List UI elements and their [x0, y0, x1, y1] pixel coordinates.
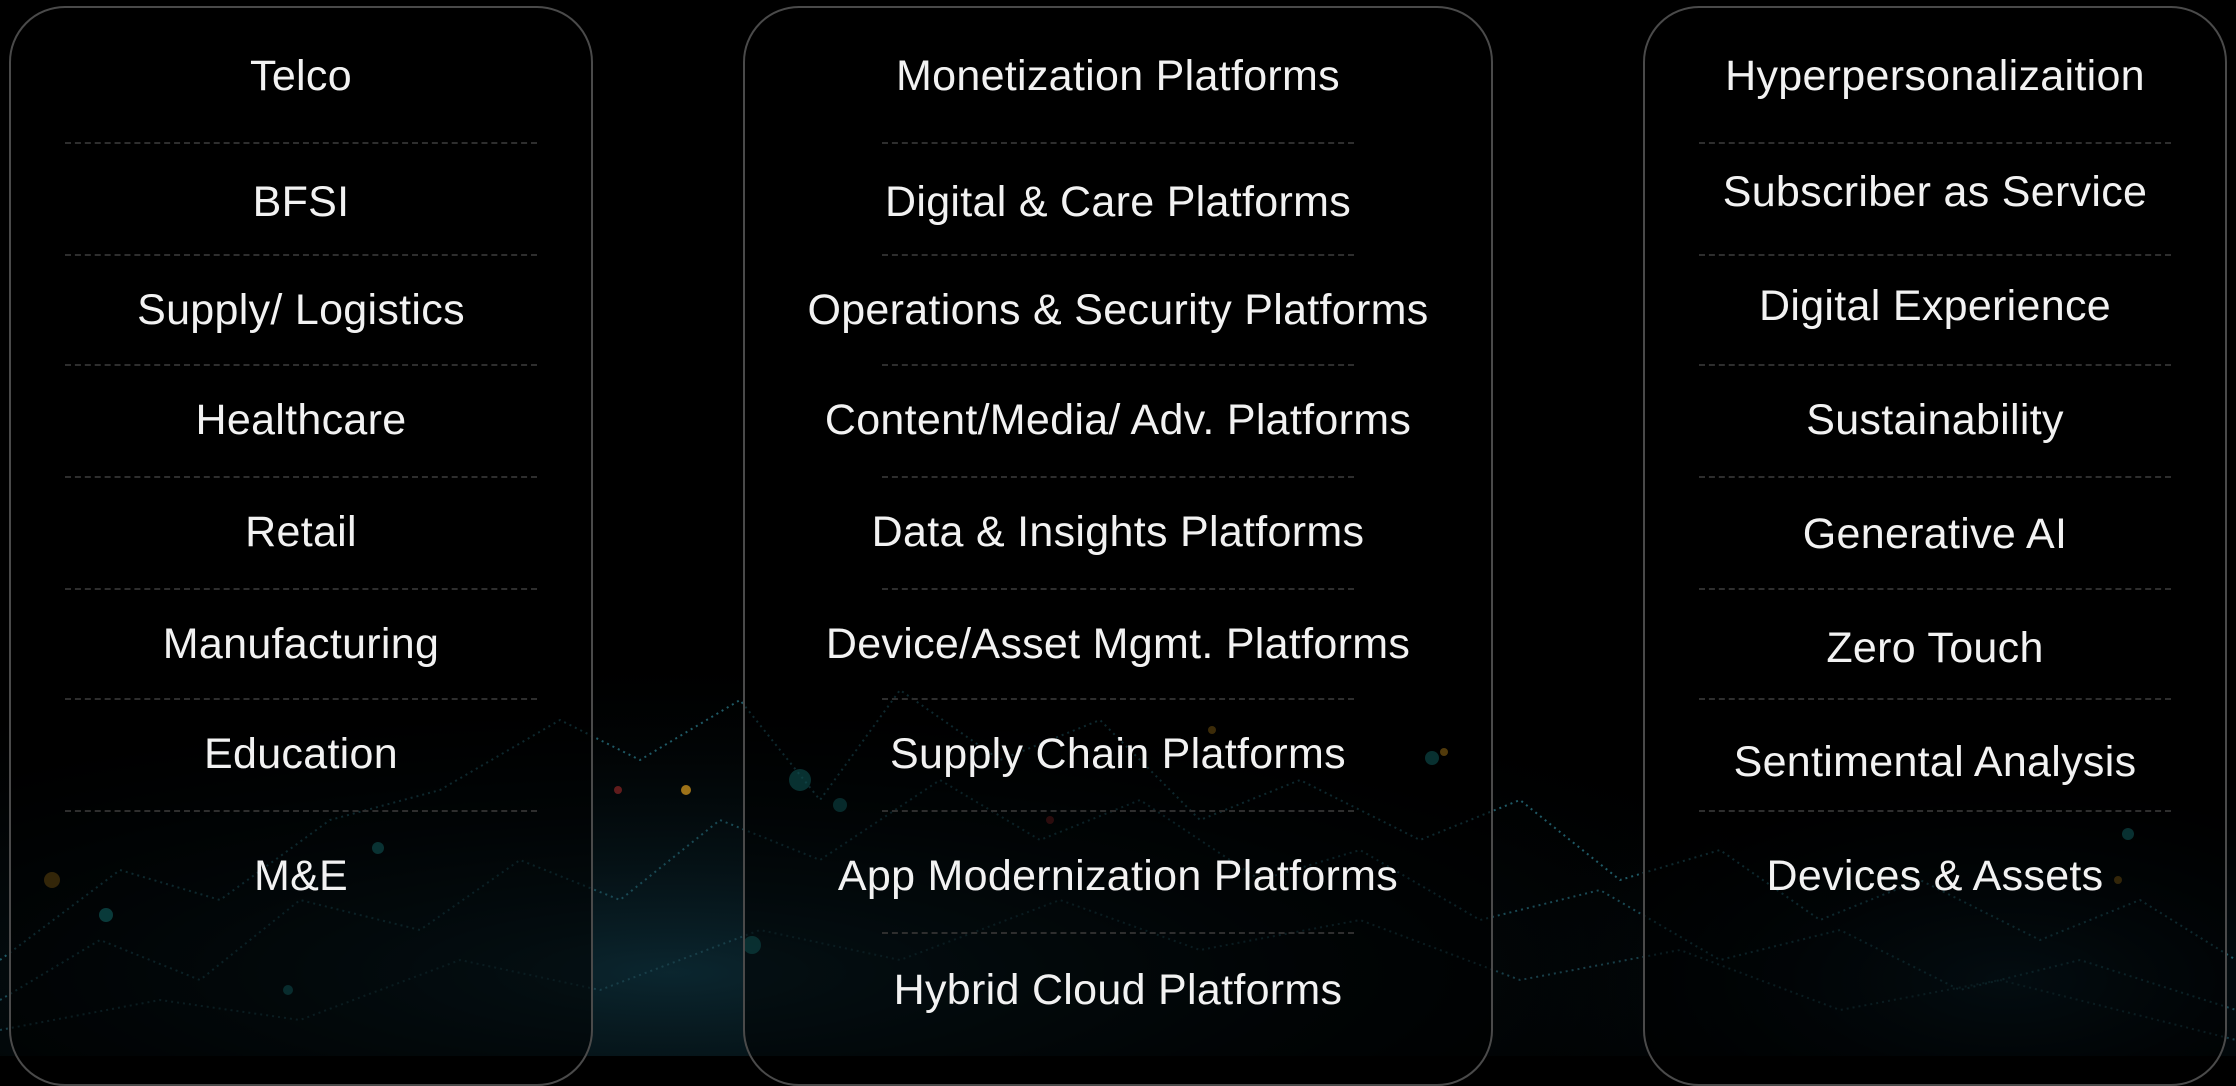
platforms-item-data-insights-platforms: Data & Insights Platforms [871, 508, 1365, 556]
industries-divider [65, 588, 537, 590]
platforms-divider [882, 588, 1354, 590]
industries-divider [65, 142, 537, 144]
platforms-item-content-media-adv-platforms: Content/Media/ Adv. Platforms [824, 396, 1412, 444]
platforms-item-operations-security-platforms: Operations & Security Platforms [807, 286, 1429, 334]
platforms-item-device-asset-mgmt-platforms: Device/Asset Mgmt. Platforms [825, 620, 1411, 668]
solutions-item-generative-ai: Generative AI [1802, 510, 2068, 558]
industries-panel: Telco BFSI Supply/ Logistics Healthcare Reta… [9, 6, 593, 1086]
solutions-divider [1699, 476, 2171, 478]
industries-divider [65, 364, 537, 366]
solutions-divider [1699, 588, 2171, 590]
platforms-divider [882, 364, 1354, 366]
platforms-item-digital-care-platforms: Digital & Care Platforms [884, 178, 1351, 226]
solutions-divider [1699, 810, 2171, 812]
industries-divider [65, 810, 537, 812]
platforms-item-app-modernization-platforms: App Modernization Platforms [837, 852, 1399, 900]
solutions-divider [1699, 254, 2171, 256]
industries-item-education: Education [204, 730, 398, 778]
solutions-item-hyperpersonalizaition: Hyperpersonalizaition [1725, 52, 2145, 100]
industries-divider [65, 476, 537, 478]
solutions-item-sentimental-analysis: Sentimental Analysis [1733, 738, 2137, 786]
solutions-item-devices-assets: Devices & Assets [1766, 852, 2104, 900]
industries-item-healthcare: Healthcare [195, 396, 407, 444]
platforms-item-supply-chain-platforms: Supply Chain Platforms [890, 730, 1346, 778]
solutions-divider [1699, 364, 2171, 366]
industries-item-telco: Telco [250, 52, 352, 100]
solutions-item-sustainability: Sustainability [1806, 396, 2064, 444]
platforms-item-monetization-platforms: Monetization Platforms [896, 52, 1340, 100]
solutions-item-digital-experience: Digital Experience [1759, 282, 2111, 330]
platforms-divider [882, 698, 1354, 700]
industries-item-m-e: M&E [253, 852, 349, 900]
platforms-divider [882, 142, 1354, 144]
solutions-divider [1699, 698, 2171, 700]
industries-divider [65, 698, 537, 700]
solutions-item-subscriber-as-service: Subscriber as Service [1722, 168, 2148, 216]
industries-item-bfsi: BFSI [252, 178, 350, 226]
industries-item-manufacturing: Manufacturing [162, 620, 440, 668]
platforms-item-hybrid-cloud-platforms: Hybrid Cloud Platforms [893, 966, 1343, 1014]
platforms-divider [882, 476, 1354, 478]
platforms-divider [882, 810, 1354, 812]
industries-divider [65, 254, 537, 256]
industries-item-supply-logistics: Supply/ Logistics [137, 286, 465, 334]
solutions-item-zero-touch: Zero Touch [1826, 624, 2044, 672]
platforms-divider [882, 254, 1354, 256]
platforms-panel: Monetization Platforms Digital & Care Pla… [743, 6, 1493, 1086]
solutions-divider [1699, 142, 2171, 144]
industries-item-retail: Retail [245, 508, 357, 556]
solutions-panel: Hyperpersonalizaition Subscriber as Servi… [1643, 6, 2227, 1086]
platforms-divider [882, 932, 1354, 934]
